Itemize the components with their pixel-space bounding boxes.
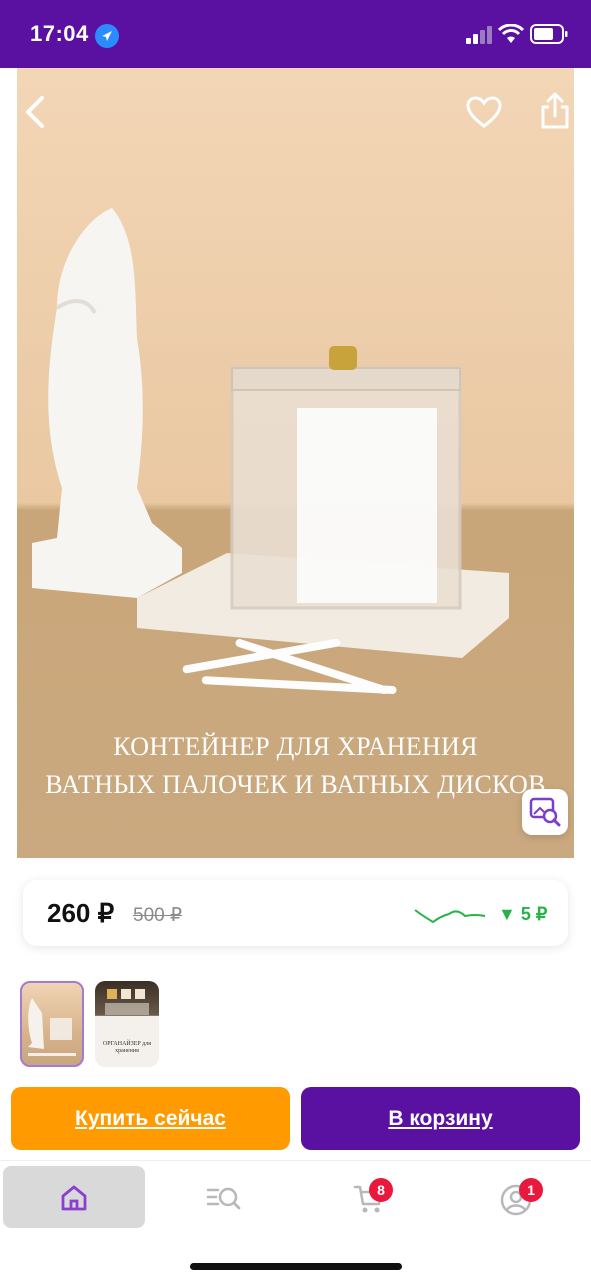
battery-icon [530, 24, 568, 44]
thumbnail-2[interactable]: ОРГАНАЙЗЕР для хранения [95, 981, 159, 1067]
tab-profile[interactable]: 1 [444, 1166, 586, 1228]
product-gallery[interactable]: КОНТЕЙНЕР ДЛЯ ХРАНЕНИЯ ВАТНЫХ ПАЛОЧЕК И … [0, 68, 591, 858]
image-caption: КОНТЕЙНЕР ДЛЯ ХРАНЕНИЯ ВАТНЫХ ПАЛОЧЕК И … [17, 728, 574, 804]
price-drop: ▼ 5 ₽ [498, 904, 548, 924]
tab-cart[interactable]: 8 [297, 1166, 439, 1228]
home-icon [61, 1185, 87, 1211]
location-arrow-icon [95, 24, 119, 48]
catalog-search-icon [206, 1187, 241, 1210]
price-trend-chart[interactable] [413, 902, 487, 928]
price-card: 260 ₽ 500 ₽ ▼ 5 ₽ [23, 880, 568, 946]
tab-home[interactable] [3, 1166, 145, 1228]
visual-search-button[interactable] [522, 789, 568, 835]
wifi-icon [498, 24, 524, 43]
image-search-icon [529, 797, 561, 827]
thumbnail-2-illustration [105, 989, 149, 1015]
current-price: 260 ₽ [47, 898, 115, 928]
old-price: 500 ₽ [133, 905, 183, 926]
image-caption-line-2: ВАТНЫХ ПАЛОЧЕК И ВАТНЫХ ДИСКОВ [45, 770, 546, 799]
cart-badge: 8 [369, 1178, 393, 1202]
thumbnail-1-illustration [28, 998, 76, 1056]
home-indicator [190, 1263, 402, 1270]
product-image[interactable]: КОНТЕЙНЕР ДЛЯ ХРАНЕНИЯ ВАТНЫХ ПАЛОЧЕК И … [17, 68, 574, 858]
bottom-tab-bar: 8 1 [0, 1160, 591, 1280]
add-to-cart-button[interactable]: В корзину [301, 1087, 580, 1150]
back-arrow-icon[interactable] [22, 94, 48, 130]
image-caption-line-1: КОНТЕЙНЕР ДЛЯ ХРАНЕНИЯ [113, 732, 478, 761]
buy-now-button[interactable]: Купить сейчас [11, 1087, 290, 1150]
profile-badge: 1 [519, 1178, 543, 1202]
thumbnail-2-caption: ОРГАНАЙЗЕР для хранения [102, 1041, 152, 1054]
tab-catalog-search[interactable] [150, 1166, 292, 1228]
status-time: 17:04 [30, 21, 89, 46]
thumbnail-1[interactable] [20, 981, 84, 1067]
status-bar: 17:04 [0, 0, 591, 68]
favorite-heart-icon[interactable] [466, 96, 502, 128]
cellular-signal-icon [466, 26, 492, 44]
share-icon[interactable] [539, 92, 571, 130]
